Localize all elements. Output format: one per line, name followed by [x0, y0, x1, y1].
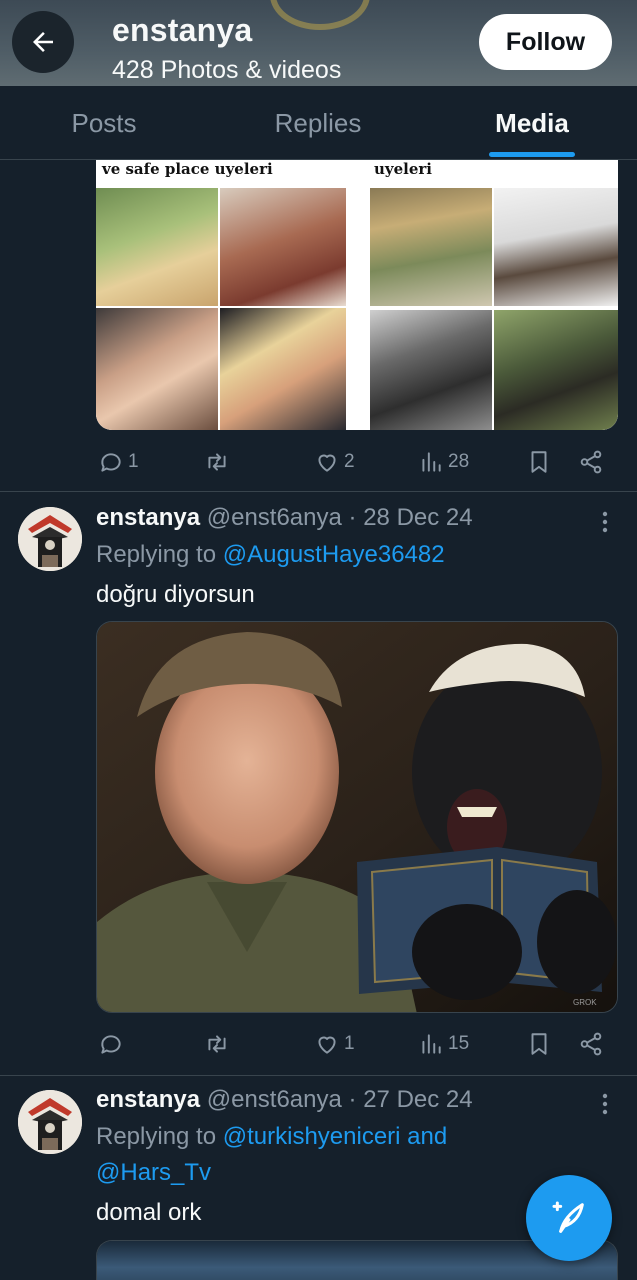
- collage-left: ve safe place uyeleri: [96, 160, 348, 430]
- reply-count: 1: [128, 451, 139, 472]
- like-count: 1: [344, 1033, 355, 1054]
- more-icon[interactable]: [594, 509, 616, 535]
- avatar[interactable]: [18, 1090, 82, 1154]
- collage-caption-right: uyeleri: [374, 160, 433, 178]
- retweet-button[interactable]: [204, 442, 230, 482]
- compose-icon: [552, 1201, 584, 1233]
- profile-tabs: Posts Replies Media: [0, 86, 637, 160]
- author-name[interactable]: enstanya: [96, 504, 200, 531]
- replying-to-cont: @Hars_Tv: [96, 1159, 211, 1187]
- post-date[interactable]: 27 Dec 24: [363, 1086, 472, 1113]
- post-actions: 1 2 28: [96, 442, 618, 482]
- author-handle[interactable]: @enst6anya: [207, 504, 342, 531]
- retweet-icon: [208, 453, 226, 471]
- tab-media[interactable]: Media: [470, 86, 594, 160]
- collage-photo: [220, 308, 346, 430]
- like-count: 2: [344, 451, 355, 472]
- follow-button[interactable]: Follow: [479, 14, 612, 70]
- replying-to: Replying to @turkishyeniceri and: [96, 1123, 447, 1151]
- collage-photo: [494, 310, 618, 430]
- like-icon: [318, 1036, 336, 1054]
- media-count: 428 Photos & videos: [112, 56, 342, 84]
- author-name[interactable]: enstanya: [96, 1086, 200, 1113]
- collage-caption-left: ve safe place uyeleri: [102, 160, 273, 178]
- post-image-collage[interactable]: ve safe place uyeleri uyeleri: [96, 160, 618, 430]
- share-button[interactable]: [578, 442, 604, 482]
- mention-conjunction: and: [400, 1123, 448, 1150]
- view-count: 28: [448, 451, 470, 472]
- collage-photo: [370, 310, 492, 430]
- like-icon: [318, 454, 336, 472]
- like-button[interactable]: 2: [314, 442, 355, 482]
- bookmark-button[interactable]: [526, 442, 552, 482]
- image-content: GROK: [97, 622, 617, 1012]
- views-icon: [422, 452, 441, 472]
- views-button[interactable]: 15: [418, 1024, 469, 1064]
- post-divider: [0, 1075, 637, 1076]
- reply-icon: [101, 453, 121, 472]
- post-image[interactable]: GROK: [96, 621, 618, 1013]
- collage-photo: [370, 188, 492, 306]
- like-button[interactable]: 1: [314, 1024, 355, 1064]
- post-header: enstanya @enst6anya · 27 Dec 24: [96, 1086, 473, 1114]
- reply-icon: [101, 1035, 121, 1054]
- date-separator: ·: [348, 1086, 364, 1113]
- retweet-icon: [208, 1035, 226, 1053]
- post-text: doğru diyorsun: [96, 581, 255, 608]
- image-watermark: GROK: [573, 998, 597, 1007]
- avatar-image: [18, 507, 82, 571]
- collage-photo: [96, 308, 218, 430]
- compose-button[interactable]: [526, 1175, 612, 1261]
- bookmark-button[interactable]: [526, 1024, 552, 1064]
- back-arrow-icon: [33, 32, 53, 52]
- date-separator: ·: [348, 504, 364, 531]
- collage-photo: [220, 188, 346, 306]
- collage-right: uyeleri: [366, 160, 618, 430]
- share-icon: [580, 1032, 602, 1056]
- banner-image: [270, 0, 370, 30]
- replying-prefix: Replying to: [96, 541, 223, 568]
- avatar[interactable]: [18, 507, 82, 571]
- tab-posts[interactable]: Posts: [40, 86, 168, 160]
- profile-name: enstanya: [112, 12, 253, 48]
- bookmark-icon: [531, 451, 547, 473]
- post-divider: [0, 491, 637, 492]
- collage-photo: [494, 188, 618, 306]
- mention-link[interactable]: @Hars_Tv: [96, 1159, 211, 1186]
- replying-to: Replying to @AugustHaye36482: [96, 541, 445, 569]
- view-count: 15: [448, 1033, 470, 1054]
- author-handle[interactable]: @enst6anya: [207, 1086, 342, 1113]
- avatar-image: [18, 1090, 82, 1154]
- bookmark-icon: [531, 1033, 547, 1055]
- back-button[interactable]: [12, 11, 74, 73]
- post-date[interactable]: 28 Dec 24: [363, 504, 472, 531]
- reply-button[interactable]: 1: [98, 442, 139, 482]
- active-tab-indicator: [489, 152, 575, 157]
- reply-button[interactable]: [98, 1024, 124, 1064]
- collage-photo: [96, 188, 218, 306]
- mention-link[interactable]: @AugustHaye36482: [223, 541, 445, 568]
- more-icon[interactable]: [594, 1091, 616, 1117]
- post-header: enstanya @enst6anya · 28 Dec 24: [96, 504, 473, 532]
- retweet-button[interactable]: [204, 1024, 230, 1064]
- post-text: domal ork: [96, 1199, 202, 1226]
- share-button[interactable]: [578, 1024, 604, 1064]
- post-actions: 1 15: [96, 1024, 618, 1064]
- share-icon: [580, 450, 602, 474]
- tab-replies[interactable]: Replies: [250, 86, 386, 160]
- replying-prefix: Replying to: [96, 1123, 223, 1150]
- mention-link[interactable]: @turkishyeniceri: [223, 1123, 401, 1150]
- views-button[interactable]: 28: [418, 442, 469, 482]
- views-icon: [422, 1034, 441, 1054]
- profile-header: enstanya 428 Photos & videos Follow: [0, 0, 637, 86]
